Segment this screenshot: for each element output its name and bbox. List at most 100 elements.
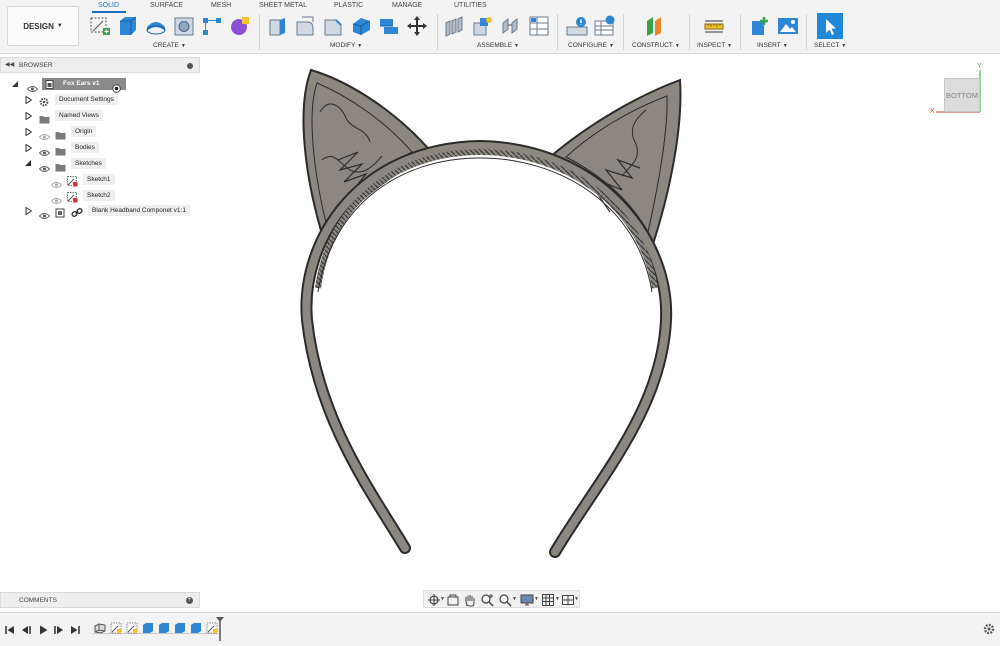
orbit-icon[interactable] (427, 593, 441, 607)
timeline-settings-gear-icon[interactable] (983, 622, 995, 640)
insert-menu[interactable]: INSERT ▼ (757, 42, 788, 49)
display-settings-icon[interactable] (520, 593, 534, 607)
select-menu[interactable]: SELECT ▼ (814, 42, 846, 49)
browser-item-named-views[interactable]: Named Views (55, 110, 103, 121)
look-at-icon[interactable] (446, 593, 460, 607)
expand-triangle-icon[interactable] (25, 128, 32, 136)
browser-item-bodies[interactable]: Bodies (71, 142, 99, 153)
sketch-feature-icon[interactable] (126, 621, 138, 634)
tab-mesh[interactable]: MESH (211, 2, 231, 9)
select-arrow-icon[interactable] (817, 13, 843, 39)
viewcube-face-bottom[interactable]: BOTTOM (944, 78, 980, 112)
tab-sheet-metal[interactable]: SHEET METAL (259, 2, 307, 9)
play-icon[interactable] (37, 623, 49, 635)
insert-derive-icon[interactable] (749, 15, 771, 37)
viewcube[interactable]: Y X BOTTOM (930, 63, 990, 120)
step-forward-icon[interactable] (53, 623, 65, 635)
hole-icon[interactable] (173, 15, 195, 37)
configuration-table-icon[interactable] (594, 15, 616, 37)
component-feature-icon[interactable] (94, 621, 106, 634)
extrude-feature-icon[interactable] (142, 621, 154, 633)
rectangle-pattern-icon[interactable] (201, 15, 223, 37)
press-pull-icon[interactable] (266, 15, 288, 37)
insert-image-icon[interactable] (777, 15, 799, 37)
as-built-joint-icon[interactable] (500, 15, 522, 37)
joint-origin-icon[interactable] (528, 15, 550, 37)
combine-icon[interactable] (378, 15, 400, 37)
expand-triangle-icon[interactable] (25, 207, 32, 215)
browser-item-origin[interactable]: Origin (71, 126, 97, 137)
expand-triangle-icon[interactable] (25, 144, 32, 152)
create-menu[interactable]: CREATE ▼ (153, 42, 186, 49)
configure-menu[interactable]: CONFIGURE ▼ (568, 42, 614, 49)
measure-icon[interactable] (703, 15, 725, 37)
tab-manage[interactable]: MANAGE (392, 2, 422, 9)
assemble-menu[interactable]: ASSEMBLE ▼ (477, 42, 519, 49)
chevron-down-icon[interactable]: ▼ (574, 596, 579, 602)
extrude-icon[interactable] (117, 15, 139, 37)
inspect-menu[interactable]: INSPECT ▼ (697, 42, 732, 49)
create-menu-label: CREATE (153, 42, 179, 49)
extrude-feature-icon[interactable] (174, 621, 186, 633)
viewports-icon[interactable] (561, 593, 575, 607)
timeline-marker[interactable] (216, 617, 224, 646)
collapse-panel-icon[interactable]: ◀◀ (5, 61, 14, 68)
root-node-label: Fox Ears v1 (63, 80, 100, 87)
divider (689, 14, 690, 50)
minimize-panel-icon[interactable] (187, 63, 193, 69)
skip-end-icon[interactable] (69, 623, 81, 635)
browser-item-sketch1[interactable]: Sketch1 (83, 174, 115, 185)
expand-triangle-icon[interactable] (25, 112, 32, 120)
extrude-feature-icon[interactable] (158, 621, 170, 633)
visibility-eye-icon[interactable] (38, 160, 51, 178)
divider (740, 14, 741, 50)
chevron-down-icon[interactable]: ▼ (440, 596, 445, 602)
revolve-icon[interactable] (145, 15, 167, 37)
chevron-down-icon[interactable]: ▼ (512, 596, 517, 602)
tab-utilities[interactable]: UTILITIES (454, 2, 487, 9)
zoom-window-icon[interactable] (480, 593, 494, 607)
collapse-triangle-icon[interactable] (11, 80, 19, 88)
visibility-eye-icon[interactable] (38, 207, 51, 225)
collapse-triangle-icon[interactable] (24, 159, 32, 167)
new-component-icon[interactable] (444, 15, 466, 37)
add-comment-icon[interactable]: + (186, 597, 193, 604)
headband-model[interactable] (290, 60, 700, 560)
tab-solid[interactable]: SOLID (98, 2, 119, 9)
modify-menu[interactable]: MODIFY ▼ (330, 42, 362, 49)
tab-plastic[interactable]: PLASTIC (334, 2, 363, 9)
chevron-down-icon[interactable]: ▼ (534, 596, 539, 602)
extrude-feature-icon[interactable] (190, 621, 202, 633)
component-link-icon (71, 205, 83, 223)
shell-icon[interactable] (350, 15, 372, 37)
construct-menu[interactable]: CONSTRUCT ▼ (632, 42, 680, 49)
fit-icon[interactable] (498, 593, 512, 607)
configure-icon[interactable] (566, 15, 588, 37)
pan-icon[interactable] (463, 593, 477, 607)
browser-item-sketch2[interactable]: Sketch2 (83, 190, 115, 201)
viewcube-face-label: BOTTOM (946, 90, 978, 100)
joint-icon[interactable] (472, 15, 494, 37)
skip-start-icon[interactable] (4, 623, 16, 635)
fillet-icon[interactable] (294, 15, 316, 37)
component-icon (55, 205, 66, 223)
browser-title: BROWSER (19, 62, 53, 69)
sketch-feature-icon[interactable] (110, 621, 122, 634)
offset-plane-icon[interactable] (644, 15, 666, 37)
workspace-switcher-button[interactable]: DESIGN ▼ (7, 6, 79, 46)
insert-menu-label: INSERT (757, 42, 781, 49)
chevron-down-icon: ▼ (727, 43, 733, 49)
browser-item-component-link[interactable]: Blank Headband Componet v1:1 (88, 205, 190, 216)
browser-item-sketches[interactable]: Sketches (71, 158, 106, 169)
timeline (0, 612, 1000, 646)
grid-icon[interactable] (541, 593, 555, 607)
move-copy-icon[interactable] (406, 15, 428, 37)
chamfer-icon[interactable] (322, 15, 344, 37)
expand-triangle-icon[interactable] (25, 96, 32, 104)
browser-item-document-settings[interactable]: Document Settings (55, 94, 118, 105)
create-sketch-icon[interactable] (89, 15, 111, 37)
tab-surface[interactable]: SURFACE (150, 2, 183, 9)
create-form-icon[interactable] (229, 15, 251, 37)
chevron-down-icon[interactable]: ▼ (555, 596, 560, 602)
step-back-icon[interactable] (20, 623, 32, 635)
